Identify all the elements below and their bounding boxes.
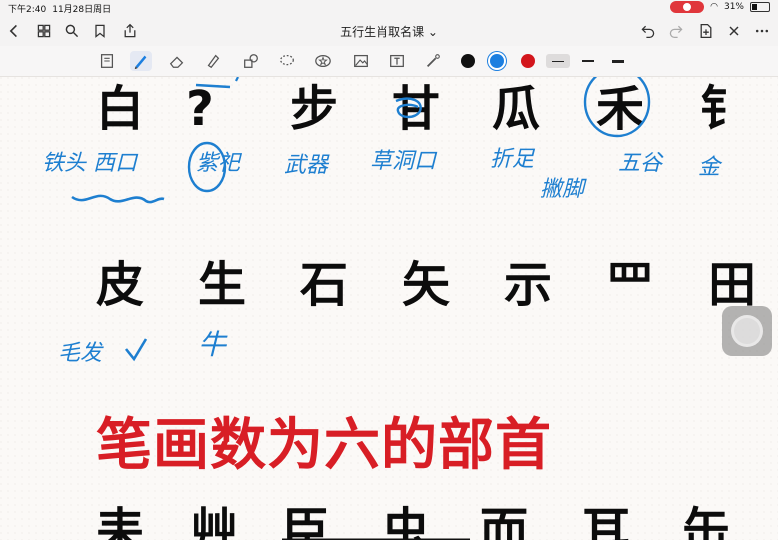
screen-recording-indicator[interactable] [670, 1, 705, 13]
redo-icon[interactable] [666, 21, 686, 41]
handwritten-note-maofa: 毛发 [58, 341, 103, 366]
title-bar: 五行生肖取名课 ⌄ [0, 16, 778, 46]
more-options-icon[interactable] [752, 21, 772, 41]
radical-gan: 甘 [392, 81, 441, 137]
battery-icon [750, 2, 770, 12]
radical-lei: 耒 [96, 503, 145, 540]
handwritten-note-zisi: 紫祀 [196, 151, 241, 176]
color-blue-swatch[interactable] [490, 54, 504, 68]
status-bar: 下午2:40 11月28日周日 ◠ 31% [0, 0, 778, 16]
radical-jin: 钅 [700, 81, 749, 137]
wifi-icon: ◠ [710, 2, 718, 12]
document-title[interactable]: 五行生肖取名课 ⌄ [0, 23, 778, 40]
radical-gua: 瓜 [492, 81, 541, 137]
highlighter-icon[interactable] [202, 51, 224, 71]
text-box-icon[interactable] [386, 51, 408, 71]
ink-checkmark [124, 338, 148, 362]
stroke-thick-option[interactable] [606, 54, 630, 68]
radical-he: 禾 [596, 81, 645, 137]
radical-bai: 白 [96, 81, 145, 137]
radical-fou: 缶 [682, 503, 731, 540]
radical-cao: 艸 [190, 503, 239, 540]
handwritten-note-zhezu: 折足 [490, 147, 535, 172]
handwritten-note-niu: 牛 [198, 328, 227, 361]
pen-icon[interactable] [130, 51, 152, 71]
color-red-swatch[interactable] [521, 54, 535, 68]
radical-shi-show: 示 [504, 257, 553, 313]
assistive-touch-button[interactable] [722, 306, 772, 356]
handwritten-note-piejiao: 撇脚 [540, 177, 585, 202]
image-icon[interactable] [350, 51, 372, 71]
radical-pi: 皮 [96, 257, 145, 313]
sticker-icon[interactable] [312, 51, 334, 71]
lasso-icon[interactable] [276, 51, 298, 71]
radical-shi-stone: 石 [300, 257, 349, 313]
close-icon[interactable] [724, 21, 744, 41]
color-black-swatch[interactable] [461, 54, 475, 68]
battery-fill [752, 4, 757, 10]
handwritten-note-tietou: 铁头 西口 [42, 151, 137, 176]
eraser-icon[interactable] [166, 51, 188, 71]
undo-icon[interactable] [638, 21, 658, 41]
handwritten-note-wuqi: 武器 [284, 153, 329, 178]
battery-percent: 31% [723, 2, 744, 12]
add-page-icon[interactable] [696, 21, 716, 41]
section-heading: 笔画数为六的部首 [96, 413, 552, 478]
radical-er-beard: 而 [480, 503, 529, 540]
notebook-canvas[interactable]: 白 ? 步 甘 瓜 禾 钅 皮 生 石 矢 示 罒 田 笔画数为六的部首 耒 艸… [0, 77, 778, 540]
radical-er-ear: 耳 [582, 503, 631, 540]
laser-pointer-icon[interactable] [422, 51, 444, 71]
radical-wang-net: 罒 [606, 257, 655, 313]
status-time: 下午2:40 [8, 5, 47, 15]
radical-xue: ? [186, 81, 214, 137]
status-date: 11月28日周日 [52, 5, 112, 15]
record-icon [683, 3, 692, 11]
radical-chen: 臣 [282, 503, 331, 540]
handwritten-note-jin: 金 [698, 155, 721, 180]
handwritten-note-caodongkou: 草洞口 [370, 149, 437, 174]
ink-wavy-underline [71, 194, 165, 204]
drawing-toolbar [0, 46, 778, 77]
handwritten-note-wugu: 五谷 [618, 151, 663, 176]
radical-bu: 步 [290, 81, 339, 137]
radical-chong: 虫 [382, 503, 431, 540]
radical-tian: 田 [708, 257, 757, 313]
assistive-touch-icon [731, 315, 763, 347]
shapes-icon[interactable] [240, 51, 262, 71]
radical-sheng: 生 [198, 257, 247, 313]
stroke-thin-option[interactable] [546, 54, 570, 68]
radical-shi-arrow: 矢 [402, 257, 451, 313]
insert-page-icon[interactable] [96, 51, 118, 71]
stroke-medium-option[interactable] [576, 54, 600, 68]
